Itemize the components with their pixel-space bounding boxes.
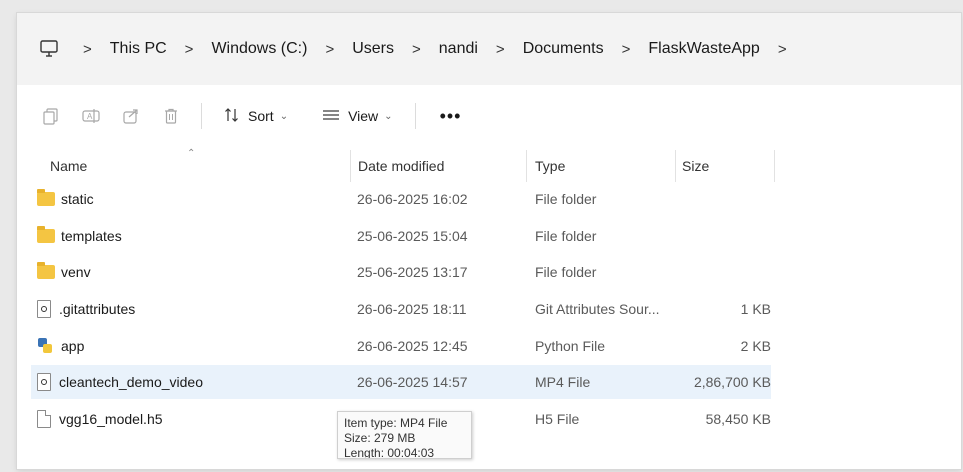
video-file-icon [37, 373, 51, 391]
list-item[interactable]: static 26-06-2025 16:02 File folder [31, 182, 771, 216]
file-size [661, 255, 771, 289]
chevron-right-icon[interactable]: > [412, 41, 421, 58]
file-type: File folder [535, 191, 597, 207]
delete-icon[interactable] [151, 100, 191, 132]
chevron-right-icon[interactable]: > [83, 41, 92, 58]
breadcrumb-windows-c[interactable]: Windows (C:) [211, 40, 307, 58]
file-name: vgg16_model.h5 [59, 411, 163, 427]
file-name-cell: templates [37, 219, 122, 253]
rename-icon[interactable]: A [71, 100, 111, 132]
file-size: 1 KB [740, 301, 771, 317]
column-divider[interactable] [526, 150, 527, 182]
chevron-right-icon[interactable]: > [496, 41, 505, 58]
toolbar-divider [414, 103, 416, 129]
file-size [661, 219, 771, 253]
share-icon[interactable] [111, 100, 151, 132]
folder-icon [37, 226, 55, 243]
column-header: ⌃ Name Date modified Type Size [17, 146, 961, 186]
command-bar: A Sort ⌄ View ⌄ ••• [17, 93, 961, 139]
folder-icon [37, 262, 55, 279]
column-date-modified[interactable]: Date modified [358, 146, 528, 186]
file-date: 26-06-2025 18:11 [357, 301, 467, 317]
column-size[interactable]: Size [682, 146, 772, 186]
folder-icon [37, 189, 55, 206]
list-item[interactable]: .gitattributes 26-06-2025 18:11 Git Attr… [31, 292, 771, 326]
file-type: MP4 File [535, 374, 591, 390]
view-label: View [348, 108, 379, 124]
list-item[interactable]: templates 25-06-2025 15:04 File folder [31, 219, 771, 253]
file-date: 25-06-2025 13:17 [357, 264, 468, 280]
svg-text:A: A [87, 112, 93, 121]
python-file-icon [37, 337, 53, 355]
file-date: 25-06-2025 15:04 [357, 228, 468, 244]
breadcrumb-flaskwasteapp[interactable]: FlaskWasteApp [648, 40, 759, 58]
column-divider[interactable] [774, 150, 775, 182]
column-size-label: Size [682, 158, 710, 174]
computer-icon[interactable] [39, 39, 59, 59]
tooltip-item-type: Item type: MP4 File [344, 416, 448, 430]
chevron-right-icon[interactable]: > [778, 41, 787, 58]
file-type: File folder [535, 264, 597, 280]
file-icon [37, 410, 51, 428]
tooltip-size: Size: 279 MB [344, 431, 416, 445]
file-name-cell: app [37, 329, 84, 363]
breadcrumb-this-pc[interactable]: This PC [110, 40, 167, 58]
sort-icon [224, 107, 240, 126]
file-name-cell: vgg16_model.h5 [37, 402, 163, 436]
file-name: templates [61, 228, 122, 244]
file-type: File folder [535, 228, 597, 244]
file-name: cleantech_demo_video [59, 374, 203, 390]
column-name[interactable]: Name [50, 146, 350, 186]
file-name-cell: .gitattributes [37, 292, 135, 326]
chevron-down-icon: ⌄ [384, 110, 393, 122]
file-date: 26-06-2025 12:45 [357, 338, 468, 354]
list-item[interactable]: venv 25-06-2025 13:17 File folder [31, 255, 771, 289]
column-type-label: Type [535, 158, 566, 174]
file-size: 2 KB [740, 338, 771, 354]
column-divider[interactable] [675, 150, 676, 182]
file-type: Git Attributes Sour... [535, 301, 660, 317]
view-icon [322, 108, 340, 125]
sort-button[interactable]: Sort ⌄ [212, 100, 300, 132]
tooltip-length: Length: 00:04:03 [344, 446, 435, 459]
breadcrumb-nandi[interactable]: nandi [439, 40, 478, 58]
file-name: static [61, 191, 94, 207]
breadcrumb-documents[interactable]: Documents [523, 40, 604, 58]
file-size: 58,450 KB [705, 411, 771, 427]
view-button[interactable]: View ⌄ [310, 100, 404, 132]
file-explorer-window: > This PC > Windows (C:) > Users > nandi… [17, 13, 961, 469]
file-date: 26-06-2025 14:57 [357, 374, 468, 390]
file-name-cell: venv [37, 255, 91, 289]
list-item-selected[interactable]: cleantech_demo_video 26-06-2025 14:57 MP… [31, 365, 771, 399]
sort-label: Sort [248, 108, 274, 124]
more-options-button[interactable]: ••• [426, 106, 476, 127]
file-type: Python File [535, 338, 606, 354]
chevron-down-icon: ⌄ [279, 110, 289, 122]
column-divider[interactable] [350, 150, 351, 182]
column-name-label: Name [50, 158, 88, 174]
copy-icon[interactable] [31, 100, 71, 132]
list-item[interactable]: app 26-06-2025 12:45 Python File 2 KB [31, 329, 771, 363]
chevron-right-icon[interactable]: > [325, 41, 334, 58]
file-size [661, 182, 771, 216]
chevron-right-icon[interactable]: > [622, 41, 631, 58]
file-name: app [61, 338, 85, 354]
chevron-right-icon[interactable]: > [185, 41, 194, 58]
toolbar-divider [201, 103, 202, 129]
file-name-cell: static [37, 182, 94, 216]
file-date: 26-06-2025 16:02 [357, 191, 468, 207]
column-date-label: Date modified [358, 158, 445, 174]
breadcrumb-users[interactable]: Users [352, 40, 394, 58]
file-name: .gitattributes [59, 301, 136, 317]
file-name: venv [61, 264, 91, 280]
file-size: 2,86,700 KB [693, 374, 771, 390]
file-info-tooltip: Item type: MP4 File Size: 279 MB Length:… [337, 411, 472, 459]
settings-file-icon [37, 300, 51, 318]
address-bar[interactable]: > This PC > Windows (C:) > Users > nandi… [17, 13, 961, 85]
column-type[interactable]: Type [535, 146, 675, 186]
file-type: H5 File [535, 411, 580, 427]
file-name-cell: cleantech_demo_video [37, 365, 203, 399]
